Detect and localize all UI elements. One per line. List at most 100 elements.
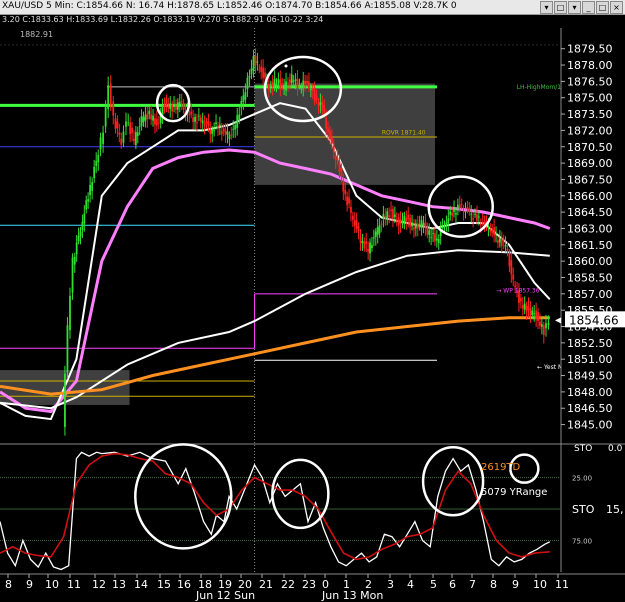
- candle-body: [271, 81, 274, 87]
- candle-body: [148, 111, 151, 114]
- candle-body: [281, 83, 284, 85]
- candle-body: [382, 213, 385, 219]
- candle-body: [73, 256, 76, 265]
- candle-body: [287, 82, 289, 84]
- candle-body: [487, 226, 490, 229]
- candle-body: [399, 219, 402, 225]
- time-tick-label: 15: [157, 578, 171, 591]
- candle-body: [464, 211, 467, 212]
- time-tick-label: 8: [490, 578, 497, 591]
- price-tick-label: 1876.50: [567, 75, 613, 88]
- candle-body: [256, 61, 259, 63]
- candle-body: [334, 155, 337, 161]
- candle-body: [414, 223, 417, 229]
- time-tick-label: 21: [259, 578, 273, 591]
- candle-body: [388, 215, 391, 217]
- candle-body: [127, 122, 130, 124]
- candle-body: [104, 107, 107, 127]
- level-annotation: ROVR 1871.40: [382, 130, 426, 137]
- candle-body: [136, 132, 139, 136]
- candle-body: [397, 217, 400, 226]
- candle-body: [418, 224, 421, 228]
- candle-body: [154, 118, 156, 125]
- candle-body: [434, 233, 436, 242]
- candle-body: [437, 239, 440, 243]
- candle-body: [430, 236, 433, 238]
- candle-body: [209, 129, 212, 135]
- candle-body: [325, 118, 328, 129]
- candle-body: [474, 214, 476, 215]
- candle-body: [476, 214, 478, 221]
- candle-body: [374, 231, 377, 238]
- candle-body: [313, 90, 316, 102]
- candle-body: [81, 221, 84, 231]
- candle-body: [150, 114, 153, 120]
- candle-body: [498, 238, 501, 243]
- candle-body: [371, 245, 373, 248]
- price-tick-label: 1852.50: [567, 337, 613, 350]
- candle-body: [315, 95, 318, 100]
- candle-body: [260, 66, 263, 72]
- candle-body: [240, 101, 243, 108]
- time-tick-label: 4: [407, 578, 414, 591]
- candle-body: [401, 220, 404, 222]
- candle-body: [228, 135, 231, 139]
- candle-body: [336, 157, 339, 160]
- time-tick-label: 9: [512, 578, 519, 591]
- time-tick-label: 7: [469, 578, 476, 591]
- candle-body: [99, 137, 102, 150]
- candle-body: [152, 115, 154, 121]
- candle-body: [279, 79, 282, 88]
- candle-body: [112, 101, 115, 116]
- date-label: Jun 12 Sun: [195, 589, 255, 602]
- candle-body: [211, 129, 214, 134]
- price-tick-label: 1863.00: [567, 222, 613, 235]
- candle-body: [338, 161, 341, 172]
- sto-label: STO: [572, 503, 595, 516]
- candle-body: [445, 222, 448, 226]
- candle-body: [262, 67, 265, 78]
- candle-body: [182, 102, 185, 111]
- candle-body: [294, 79, 297, 81]
- candle-body: [288, 79, 291, 83]
- candle-body: [218, 124, 221, 127]
- candle-body: [292, 80, 295, 82]
- price-tick-label: 1864.50: [567, 206, 613, 219]
- price-tick-label: 1857.00: [567, 288, 613, 301]
- price-tick-label: 1846.50: [567, 402, 613, 415]
- candle-body: [451, 212, 454, 216]
- candle-body: [308, 81, 310, 89]
- candle-body: [232, 128, 235, 130]
- candle-body: [77, 235, 80, 242]
- candle-body: [64, 373, 66, 427]
- marker-dot: [284, 64, 288, 68]
- candle-body: [114, 118, 117, 129]
- time-tick-label: 11: [67, 578, 81, 591]
- candle-body: [140, 115, 143, 126]
- candle-body: [359, 237, 362, 244]
- time-tick-label: 10: [45, 578, 59, 591]
- candle-body: [109, 83, 112, 106]
- candle-body: [178, 102, 181, 105]
- price-tick-label: 1879.50: [567, 43, 613, 56]
- candle-body: [481, 222, 484, 223]
- candle-body: [169, 103, 172, 110]
- candle-body: [161, 107, 164, 116]
- sto-tick-label: 25.00: [572, 475, 592, 483]
- candle-body: [122, 131, 125, 143]
- candle-body: [116, 121, 119, 129]
- candle-body: [533, 313, 536, 315]
- candle-body: [531, 310, 534, 316]
- price-tick-label: 1869.00: [567, 157, 613, 170]
- price-tick-label: 1851.00: [567, 353, 613, 366]
- time-tick-label: 13: [112, 578, 126, 591]
- candle-body: [155, 118, 158, 126]
- candle-body: [540, 324, 543, 327]
- candle-body: [144, 114, 147, 121]
- price-chart[interactable]: LH-HighMom/1879.73ROVR 1871.40→ WP 1857.…: [0, 0, 625, 602]
- candle-body: [512, 274, 515, 280]
- price-tick-label: 1875.00: [567, 92, 613, 105]
- candle-body: [138, 126, 141, 128]
- candle-body: [192, 117, 195, 122]
- candle-body: [213, 130, 216, 132]
